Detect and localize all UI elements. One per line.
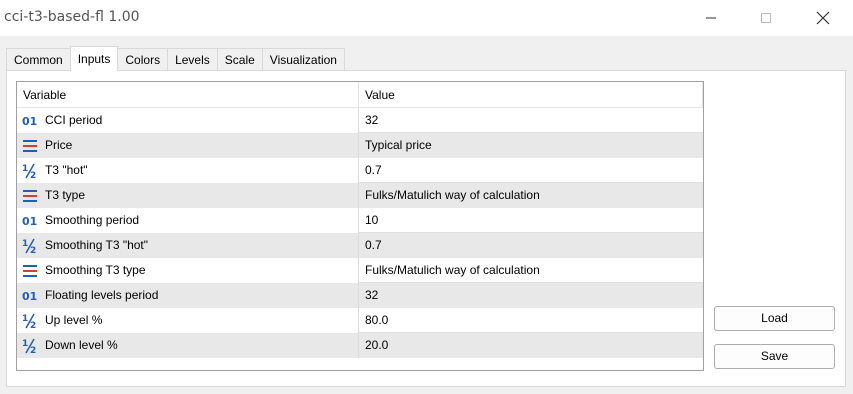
enum-icon [22, 138, 38, 154]
integer-icon: 01 [22, 288, 38, 304]
inputs-table: Variable Value 01 CCI period 32 Price Typica… [16, 81, 704, 371]
maximize-button [743, 0, 789, 36]
column-header-value[interactable]: Value [359, 82, 703, 107]
svg-text:2: 2 [30, 346, 36, 354]
svg-text:2: 2 [30, 246, 36, 254]
value-cell[interactable]: 0.7 [359, 233, 703, 258]
variable-name: Smoothing T3 type [45, 263, 146, 277]
fraction-icon: 12 [22, 338, 38, 354]
enum-icon [22, 263, 38, 279]
window-title: cci-t3-based-fl 1.00 [4, 9, 140, 25]
minimize-icon [706, 17, 716, 19]
variable-cell: 1 2 T3 "hot" [17, 158, 359, 183]
table-row[interactable]: 1 2 Up level % 80.0 [17, 308, 703, 333]
value-cell[interactable]: 32 [359, 108, 703, 133]
variable-cell: T3 type [17, 183, 359, 208]
svg-text:1: 1 [22, 314, 28, 324]
fraction-icon: 12 [22, 163, 38, 179]
value-cell[interactable]: 0.7 [359, 158, 703, 183]
variable-name: T3 "hot" [45, 163, 88, 177]
tab-common[interactable]: Common [6, 48, 71, 70]
column-header-variable[interactable]: Variable [17, 82, 359, 107]
tab-scale[interactable]: Scale [216, 48, 263, 70]
value-cell[interactable]: 10 [359, 208, 703, 233]
variable-cell: Price [17, 133, 359, 158]
svg-text:2: 2 [30, 171, 36, 179]
variable-name: Floating levels period [45, 288, 159, 302]
value-cell[interactable]: Typical price [359, 133, 703, 158]
table-row[interactable]: Price Typical price [17, 133, 703, 158]
table-header: Variable Value [17, 82, 703, 108]
svg-text:2: 2 [30, 321, 36, 329]
maximize-icon [761, 13, 771, 23]
variable-name: Smoothing T3 "hot" [45, 238, 149, 252]
variable-cell: 1 2 Smoothing T3 "hot" [17, 233, 359, 258]
variable-name: T3 type [45, 188, 86, 202]
fraction-icon: 12 [22, 313, 38, 329]
svg-text:1: 1 [22, 339, 28, 349]
integer-icon: 01 [22, 113, 38, 129]
variable-cell: 01 Smoothing period [17, 208, 359, 233]
svg-text:1: 1 [22, 164, 28, 174]
variable-cell: 01 CCI period [17, 108, 359, 133]
value-cell[interactable]: 32 [359, 283, 703, 308]
table-row[interactable]: 1 2 Down level % 20.0 [17, 333, 703, 358]
variable-name: Up level % [45, 313, 103, 327]
variable-cell: Smoothing T3 type [17, 258, 359, 283]
title-bar: cci-t3-based-fl 1.00 [0, 0, 853, 36]
svg-text:01: 01 [22, 215, 37, 227]
value-cell[interactable]: Fulks/Matulich way of calculation [359, 258, 703, 283]
svg-text:01: 01 [22, 290, 37, 302]
value-cell[interactable]: Fulks/Matulich way of calculation [359, 183, 703, 208]
table-row[interactable]: 01 CCI period 32 [17, 108, 703, 133]
value-cell[interactable]: 20.0 [359, 333, 703, 358]
svg-text:1: 1 [22, 239, 28, 249]
table-row[interactable]: Smoothing T3 type Fulks/Matulich way of c… [17, 258, 703, 283]
table-row[interactable]: 1 2 T3 "hot" 0.7 [17, 158, 703, 183]
table-row[interactable]: 1 2 Smoothing T3 "hot" 0.7 [17, 233, 703, 258]
table-row[interactable]: T3 type Fulks/Matulich way of calculation [17, 183, 703, 208]
table-row[interactable]: 01 Floating levels period 32 [17, 283, 703, 308]
variable-name: Price [45, 138, 73, 152]
tab-inputs[interactable]: Inputs [69, 46, 119, 71]
integer-icon: 01 [22, 213, 38, 229]
close-button[interactable] [800, 0, 846, 36]
tab-bar: Common Inputs Colors Levels Scale Visual… [6, 46, 345, 71]
tab-levels[interactable]: Levels [167, 48, 218, 70]
minimize-button[interactable] [688, 0, 734, 36]
table-row[interactable]: 01 Smoothing period 10 [17, 208, 703, 233]
tab-colors[interactable]: Colors [117, 48, 169, 70]
variable-name: Smoothing period [45, 213, 140, 227]
tab-visualization[interactable]: Visualization [261, 48, 345, 70]
variable-name: Down level % [45, 338, 118, 352]
save-button[interactable]: Save [714, 344, 835, 369]
variable-cell: 1 2 Up level % [17, 308, 359, 333]
load-button[interactable]: Load [714, 306, 835, 331]
fraction-icon: 12 [22, 238, 38, 254]
variable-name: CCI period [45, 113, 103, 127]
close-icon [816, 11, 830, 25]
variable-cell: 1 2 Down level % [17, 333, 359, 358]
variable-cell: 01 Floating levels period [17, 283, 359, 308]
svg-text:01: 01 [22, 115, 37, 127]
enum-icon [22, 188, 38, 204]
value-cell[interactable]: 80.0 [359, 308, 703, 333]
